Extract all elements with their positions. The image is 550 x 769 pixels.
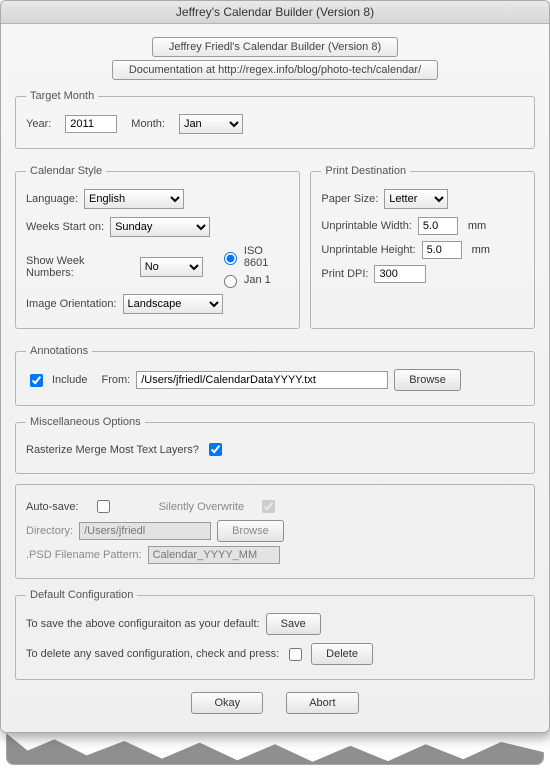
annotations-group: Annotations Include From: Browse: [15, 345, 535, 406]
app-window: Jeffrey's Calendar Builder (Version 8) J…: [0, 0, 550, 733]
target-month-group: Target Month Year: Month: Jan: [15, 90, 535, 149]
uw-unit: mm: [468, 220, 486, 232]
paper-size-label: Paper Size:: [321, 193, 378, 205]
weeks-start-select[interactable]: Sunday: [110, 217, 210, 237]
month-label: Month:: [131, 118, 165, 130]
default-config-group: Default Configuration To save the above …: [15, 589, 535, 680]
annotations-browse-button[interactable]: Browse: [394, 369, 461, 391]
unprintable-height-label: Unprintable Height:: [321, 244, 415, 256]
directory-label: Directory:: [26, 525, 73, 537]
abort-button[interactable]: Abort: [286, 692, 358, 714]
radio-iso8601[interactable]: ISO 8601: [219, 245, 290, 269]
autosave-label: Auto-save:: [26, 501, 79, 513]
documentation-pill[interactable]: Documentation at http://regex.info/blog/…: [112, 60, 438, 80]
radio-jan1[interactable]: Jan 1: [219, 272, 290, 288]
year-input[interactable]: [65, 115, 117, 133]
torn-edge-decoration: [6, 733, 544, 765]
dpi-input[interactable]: [374, 265, 426, 283]
dpi-label: Print DPI:: [321, 268, 368, 280]
radio-iso8601-input[interactable]: [224, 252, 237, 265]
rasterize-checkbox[interactable]: [209, 443, 222, 456]
filename-pattern-label: .PSD Filename Pattern:: [26, 549, 142, 561]
from-label: From:: [101, 374, 130, 386]
directory-browse-button: Browse: [217, 520, 284, 542]
annotations-path-input[interactable]: [136, 371, 388, 389]
rasterize-label: Rasterize Merge Most Text Layers?: [26, 444, 199, 456]
directory-input: [79, 522, 211, 540]
autosave-checkbox[interactable]: [97, 500, 110, 513]
orientation-label: Image Orientation:: [26, 298, 117, 310]
silent-overwrite-checkbox: [262, 500, 275, 513]
show-week-label: Show Week Numbers:: [26, 255, 134, 279]
okay-button[interactable]: Okay: [191, 692, 263, 714]
panel: Jeffrey Friedl's Calendar Builder (Versi…: [1, 24, 549, 732]
uh-unit: mm: [472, 244, 490, 256]
save-config-text: To save the above configuraiton as your …: [26, 618, 260, 630]
paper-size-select[interactable]: Letter: [384, 189, 448, 209]
include-checkbox[interactable]: [30, 374, 43, 387]
misc-legend: Miscellaneous Options: [26, 416, 145, 428]
window-title: Jeffrey's Calendar Builder (Version 8): [1, 1, 549, 24]
silent-overwrite-label: Silently Overwrite: [159, 501, 245, 513]
include-label: Include: [52, 374, 87, 386]
delete-config-text: To delete any saved configuration, check…: [26, 648, 279, 660]
annotations-legend: Annotations: [26, 345, 92, 357]
year-label: Year:: [26, 118, 51, 130]
filename-pattern-input: [148, 546, 280, 564]
save-button[interactable]: Save: [266, 613, 321, 635]
unprintable-width-label: Unprintable Width:: [321, 220, 412, 232]
language-label: Language:: [26, 193, 78, 205]
radio-jan1-input[interactable]: [224, 275, 237, 288]
language-select[interactable]: English: [84, 189, 184, 209]
unprintable-height-input[interactable]: [422, 241, 462, 259]
calendar-style-group: Calendar Style Language: English Weeks S…: [15, 165, 300, 329]
print-destination-group: Print Destination Paper Size: Letter Unp…: [310, 165, 535, 329]
weeks-start-label: Weeks Start on:: [26, 221, 104, 233]
unprintable-width-input[interactable]: [418, 217, 458, 235]
target-month-legend: Target Month: [26, 90, 98, 102]
show-week-select[interactable]: No: [140, 257, 203, 277]
calendar-style-legend: Calendar Style: [26, 165, 106, 177]
orientation-select[interactable]: Landscape: [123, 294, 223, 314]
delete-button[interactable]: Delete: [311, 643, 373, 665]
delete-confirm-checkbox[interactable]: [289, 648, 302, 661]
month-select[interactable]: Jan: [179, 114, 243, 134]
print-legend: Print Destination: [321, 165, 410, 177]
header-title-pill: Jeffrey Friedl's Calendar Builder (Versi…: [152, 37, 398, 57]
autosave-group: Auto-save: Silently Overwrite Directory:…: [15, 484, 535, 579]
misc-group: Miscellaneous Options Rasterize Merge Mo…: [15, 416, 535, 474]
default-config-legend: Default Configuration: [26, 589, 137, 601]
